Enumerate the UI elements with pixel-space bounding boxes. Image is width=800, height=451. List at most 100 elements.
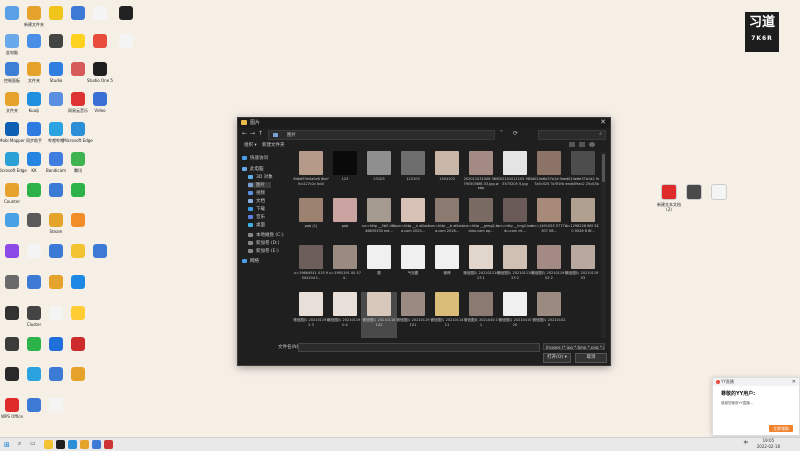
nav-item[interactable]: 网络 [242,258,259,264]
taskbar-app-icon[interactable] [68,440,77,449]
file-item[interactable]: src=1491055 57774307 08... [531,198,567,244]
desktop-icon[interactable] [112,34,140,50]
file-item[interactable]: 微信图片 20210410 20 [497,292,533,338]
desktop-icon[interactable] [705,184,733,202]
file-item[interactable]: 微信图片 20210119102 2 [531,245,567,291]
file-item[interactable]: src=http __gimg2.baidu.com ap... [463,198,499,244]
desktop-icon[interactable] [64,275,92,291]
desktop-icon[interactable] [112,6,140,22]
nav-item[interactable]: 快速访问 [242,155,268,161]
filetype-select[interactable]: Images (*.jpg *.bmp *.png *.j... [543,343,605,350]
filename-input[interactable] [298,343,540,352]
cancel-button[interactable]: 取消 [575,353,607,363]
file-item[interactable]: 微信图片 20210119 101 [395,292,431,338]
preview-pane-icon[interactable] [579,142,585,147]
task-view-icon[interactable]: ▭ [30,440,36,447]
desktop-icon[interactable] [64,337,92,353]
nav-item[interactable]: 下载 [248,206,265,212]
nav-item[interactable]: 新加卷 (D:) [248,240,279,246]
file-item[interactable]: pob [327,198,363,244]
file-item[interactable]: 微博 [429,245,465,291]
file-item[interactable]: 微信图片 20210114 11 [429,292,465,338]
forward-icon[interactable]: → [250,130,255,137]
nav-item[interactable]: 3D 对象 [248,174,273,180]
nav-item[interactable]: 文档 [248,198,265,204]
file-item[interactable]: src=http __b alibaba.com 2018... [429,198,465,244]
back-icon[interactable]: ← [242,130,247,137]
file-item[interactable]: 1304103 [429,151,465,197]
file-item[interactable]: d024e6e37a1d2 9aeeda59ac2 25c03bc [565,151,599,197]
nav-item[interactable]: 桌面 [248,222,265,228]
system-clock[interactable]: 19:05 2022-02-18 [757,438,780,450]
file-item[interactable]: 微信图片 20210111023 2 [497,245,533,291]
refresh-icon[interactable]: ⟳ [513,130,518,137]
nav-item[interactable]: 视频 [248,190,265,196]
desktop-icon[interactable]: 新建文本文档 (2) [655,184,683,212]
desktop-icon[interactable] [64,367,92,383]
file-item[interactable]: 123103 [395,151,431,197]
desktop-icon[interactable]: Microsoft Edge [63,122,93,143]
desktop-icon[interactable] [64,213,92,229]
input-language[interactable]: 中 [744,440,749,446]
desktop-icon[interactable] [64,183,92,199]
file-item[interactable]: 6dbd93e0a0e6 6bcffcc227c2c bd4 [293,151,329,197]
open-button[interactable]: 打开(O) ▾ [543,353,571,363]
nav-item[interactable]: 此电脑 [242,166,264,172]
view-options-icon[interactable] [569,142,575,147]
file-item[interactable]: 123 [327,151,363,197]
file-item[interactable]: 202101011105 9855570205 5.jpg [497,151,533,197]
taskbar-app-icon[interactable] [56,440,65,449]
close-icon[interactable]: ✕ [792,378,796,386]
taskbar-app-icon[interactable] [92,440,101,449]
up-icon[interactable]: ↑ [258,130,263,137]
desktop-icon[interactable]: Video [86,92,114,113]
file-item[interactable]: src=http __n alibaba.com 2020... [395,198,431,244]
file-item[interactable]: 微信图片 20210118 102 [361,292,397,338]
help-icon[interactable] [589,142,595,147]
desktop-icon[interactable]: Studio One 5 [86,62,114,83]
file-item[interactable]: u=1298228 68f 3420 0026 8 8f... [565,198,599,244]
file-item[interactable]: 气泡图 [395,245,431,291]
nav-item[interactable]: 新加卷 (E:) [248,248,279,254]
dialog-title-bar[interactable]: 图片 ✕ [238,118,610,128]
organize-button[interactable]: 组织 ▾ [244,142,257,148]
desktop-icon[interactable] [64,306,92,322]
file-item[interactable]: 23103 [361,151,397,197]
windows-start-icon[interactable]: ⊞ [4,441,10,449]
file-item[interactable]: d024e6e37a1d 9ae7a5c525 3c3f1fb [531,151,567,197]
nav-item[interactable]: 图片 [248,182,271,188]
address-bar[interactable]: 图片 [268,130,495,140]
search-icon[interactable]: ⌕ [18,440,21,448]
file-item[interactable]: 图 [361,245,397,291]
chevron-down-icon[interactable]: ˅ [500,130,503,137]
close-icon[interactable]: ✕ [600,118,606,126]
desktop-icon[interactable] [86,6,114,22]
search-input[interactable]: ⌕ [538,130,606,140]
file-item[interactable]: 微信图片 2021011912 3 [293,292,329,338]
vertical-scrollbar[interactable] [601,152,606,338]
desktop-icon[interactable]: 腾讯 [64,152,92,173]
desktop-icon[interactable] [86,244,114,260]
scrollbar-thumb[interactable] [602,154,605,182]
file-item[interactable]: 微信图片 20210111023 1 [463,245,499,291]
file-item[interactable]: 微信图片 20210119103 [565,245,599,291]
file-item[interactable]: pob (1) [293,198,329,244]
file-item[interactable]: 微信图片 2021011910 4 [327,292,363,338]
file-item[interactable]: u=19664911 015 9504104 f... [293,245,329,291]
taskbar-app-icon[interactable] [80,440,89,449]
file-item[interactable]: 微信图片 2021040 11 [463,292,499,338]
nav-item[interactable]: 本地磁盘 (C:) [248,232,284,238]
desktop-icon[interactable] [86,34,114,50]
desktop-icon[interactable] [680,184,708,202]
file-item[interactable]: src=http __img2.baidu.com cit... [497,198,533,244]
taskbar-app-icon[interactable] [44,440,53,449]
file-item[interactable]: 微信图片 20210102 5 [531,292,567,338]
file-item[interactable]: src=http __5b0 d8b46635250 ext... [361,198,397,244]
file-item[interactable]: 202011031008 5897905058f8 03.jpg.webp [463,151,499,197]
new-folder-button[interactable]: 新建文件夹 [262,142,285,148]
desktop-icon[interactable] [42,398,70,414]
taskbar-app-icon[interactable] [104,440,113,449]
file-item[interactable]: u=1992191 00 57 4.. [327,245,363,291]
claim-button[interactable]: 立即领取 [769,425,793,432]
nav-item[interactable]: 音乐 [248,214,265,220]
